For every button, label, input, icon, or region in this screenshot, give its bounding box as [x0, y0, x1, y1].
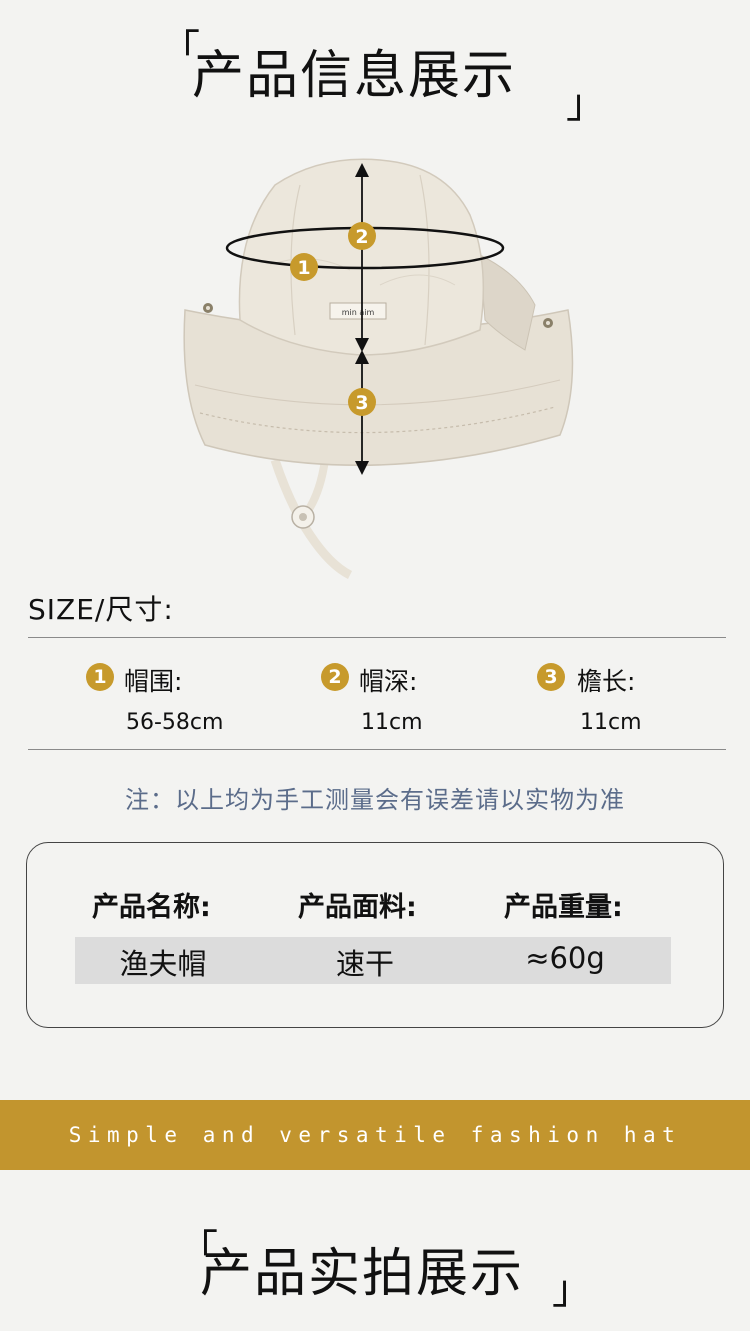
- spec-label-circumference: 帽围:: [124, 667, 183, 696]
- product-info-box: [26, 842, 724, 1028]
- footer-bracket-close: 」: [552, 1267, 592, 1313]
- title-bracket-close: 」: [566, 81, 606, 127]
- info-value-material: 速干: [335, 947, 394, 981]
- spec-value-depth: 11cm: [361, 710, 423, 735]
- spec-value-circumference: 56-58cm: [126, 710, 224, 735]
- spec-number-1: 1: [86, 663, 114, 691]
- info-value-name: 渔夫帽: [119, 947, 207, 981]
- info-header-name: 产品名称:: [92, 892, 211, 923]
- page-title: 产品信息展示: [192, 46, 517, 106]
- marker-1: 1: [297, 257, 310, 279]
- hat-image: min aim 2 1 3: [183, 158, 574, 580]
- spec-value-brim: 11cm: [580, 710, 642, 735]
- spec-label-brim: 檐长:: [577, 667, 636, 696]
- info-header-weight: 产品重量:: [504, 892, 623, 923]
- footer-title: 产品实拍展示: [200, 1244, 525, 1304]
- slogan-text: Simple and versatile fashion hat: [68, 1123, 682, 1147]
- marker-2: 2: [355, 226, 368, 248]
- divider-bottom: [28, 749, 726, 750]
- measurement-note: 注：以上均为手工测量会有误差请以实物为准: [125, 786, 625, 814]
- spec-number-2: 2: [321, 663, 349, 691]
- hat-illustration: min aim 2 1 3: [180, 145, 580, 585]
- info-value-weight: ≈60g: [525, 941, 605, 975]
- spec-number-3: 3: [537, 663, 565, 691]
- hat-brand-label: min aim: [342, 308, 375, 317]
- info-header-material: 产品面料:: [298, 892, 417, 923]
- divider-top: [28, 637, 726, 638]
- spec-label-depth: 帽深:: [359, 667, 418, 696]
- size-title: SIZE/尺寸:: [28, 593, 174, 626]
- marker-3: 3: [355, 392, 368, 414]
